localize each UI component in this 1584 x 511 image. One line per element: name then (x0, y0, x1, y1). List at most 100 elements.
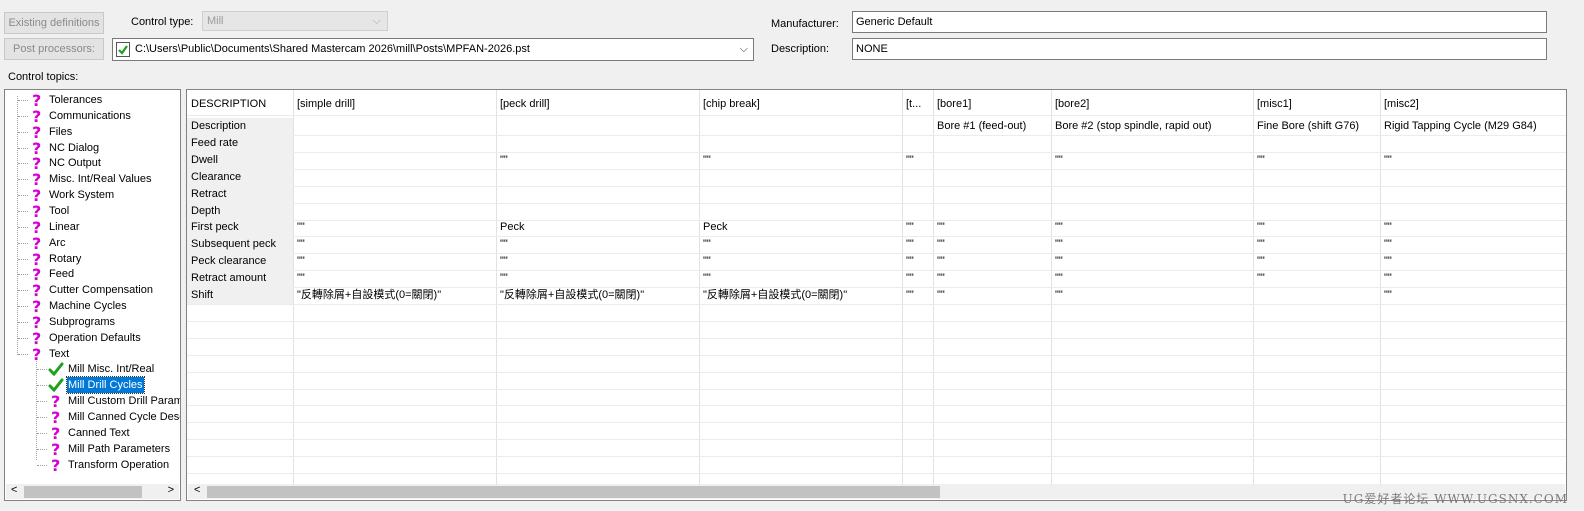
grid-cell[interactable] (496, 135, 699, 152)
grid-cell[interactable] (496, 118, 699, 135)
grid-cell[interactable] (933, 186, 1051, 203)
grid-cell[interactable]: "" (699, 152, 902, 169)
grid-cell[interactable]: "" (1253, 270, 1380, 287)
grid-cell[interactable] (933, 152, 1051, 169)
grid-cell[interactable]: "反轉除屑+自設模式(0=關閉)" (699, 287, 902, 304)
post-processor-select[interactable]: C:\Users\Public\Documents\Shared Masterc… (112, 38, 754, 61)
grid-cell[interactable]: "" (1051, 152, 1253, 169)
grid-cell[interactable]: "" (902, 253, 933, 270)
grid-cell[interactable]: "" (699, 253, 902, 270)
grid-cell[interactable]: "" (902, 270, 933, 287)
grid-cell[interactable] (293, 186, 496, 203)
description-field[interactable]: NONE (852, 38, 1547, 60)
grid-cell[interactable]: Rigid Tapping Cycle (M29 G84) (1380, 118, 1566, 135)
grid-cell[interactable] (902, 186, 933, 203)
grid-cell[interactable] (699, 135, 902, 152)
post-processors-button[interactable]: Post processors: (4, 38, 104, 60)
grid-cell[interactable]: Peck (699, 219, 902, 236)
grid-cell[interactable]: "" (496, 236, 699, 253)
grid-cell[interactable]: "" (933, 236, 1051, 253)
grid-cell[interactable]: "" (902, 152, 933, 169)
grid-cell[interactable]: "" (293, 253, 496, 270)
grid-cell[interactable] (1380, 135, 1566, 152)
grid-cell[interactable]: "" (933, 270, 1051, 287)
grid-cell[interactable] (496, 169, 699, 186)
grid-cell[interactable] (1051, 186, 1253, 203)
grid-cell[interactable]: "" (1380, 152, 1566, 169)
grid-cell[interactable] (1253, 186, 1380, 203)
grid-cell[interactable]: "" (1380, 236, 1566, 253)
grid-cell[interactable]: "" (1380, 219, 1566, 236)
grid-cell[interactable]: "" (699, 270, 902, 287)
grid-cell[interactable] (933, 203, 1051, 220)
existing-definitions-button[interactable]: Existing definitions (4, 12, 104, 34)
grid-cell[interactable]: "" (902, 219, 933, 236)
grid-cell[interactable]: "" (1253, 236, 1380, 253)
grid-cell[interactable] (1380, 186, 1566, 203)
grid-cell[interactable] (293, 118, 496, 135)
control-type-select[interactable]: Mill ⌵ (202, 11, 388, 31)
grid-cell[interactable]: "反轉除屑+自設模式(0=關閉)" (496, 287, 699, 304)
grid-cell[interactable] (496, 186, 699, 203)
grid-cell[interactable]: "" (1380, 287, 1566, 304)
grid-cell[interactable]: Bore #1 (feed-out) (933, 118, 1051, 135)
grid-cell[interactable] (1051, 135, 1253, 152)
grid-cell[interactable] (293, 169, 496, 186)
grid-cell[interactable]: "" (496, 270, 699, 287)
grid-cell[interactable]: "" (1253, 152, 1380, 169)
scroll-right-icon[interactable]: > (168, 484, 174, 496)
grid-cell[interactable] (293, 152, 496, 169)
grid-cell[interactable]: "" (1253, 219, 1380, 236)
grid-cell[interactable]: Bore #2 (stop spindle, rapid out) (1051, 118, 1253, 135)
grid-cell[interactable] (293, 203, 496, 220)
grid-cell[interactable]: "" (1051, 219, 1253, 236)
tree-horizontal-scrollbar[interactable]: < > (6, 484, 179, 499)
grid-cell[interactable] (699, 118, 902, 135)
scroll-left-icon[interactable]: < (11, 484, 17, 496)
grid-cell[interactable]: Fine Bore (shift G76) (1253, 118, 1380, 135)
grid-cell[interactable]: "" (496, 253, 699, 270)
grid-cell[interactable]: "" (1380, 253, 1566, 270)
drill-cycles-grid[interactable]: < DESCRIPTION [simple drill] [peck drill] [… (186, 89, 1567, 501)
grid-cell[interactable] (1253, 169, 1380, 186)
grid-cell[interactable]: "" (293, 270, 496, 287)
control-topics-tree[interactable]: < > ? Tolerances? Communications? Files? NC … (4, 89, 181, 501)
grid-cell[interactable] (699, 169, 902, 186)
grid-cell[interactable]: "反轉除屑+自設模式(0=關閉)" (293, 287, 496, 304)
grid-cell[interactable] (902, 169, 933, 186)
grid-cell[interactable]: Peck (496, 219, 699, 236)
grid-cell[interactable]: "" (933, 253, 1051, 270)
grid-cell[interactable] (1051, 169, 1253, 186)
grid-cell[interactable]: "" (933, 219, 1051, 236)
grid-cell[interactable]: "" (496, 152, 699, 169)
grid-cell[interactable]: "" (1253, 253, 1380, 270)
grid-cell[interactable] (1253, 203, 1380, 220)
scroll-left-icon[interactable]: < (194, 484, 200, 496)
grid-cell[interactable] (902, 203, 933, 220)
grid-cell[interactable] (293, 135, 496, 152)
grid-cell[interactable] (699, 186, 902, 203)
grid-cell[interactable]: "" (1380, 270, 1566, 287)
manufacturer-field[interactable]: Generic Default (852, 11, 1547, 33)
scrollbar-thumb[interactable] (207, 486, 940, 498)
grid-cell[interactable]: "" (1051, 236, 1253, 253)
grid-cell[interactable] (496, 203, 699, 220)
grid-cell[interactable]: "" (933, 287, 1051, 304)
grid-cell[interactable] (933, 169, 1051, 186)
grid-cell[interactable]: "" (1051, 270, 1253, 287)
scrollbar-thumb[interactable] (24, 486, 142, 498)
grid-cell[interactable] (699, 203, 902, 220)
grid-cell[interactable]: "" (293, 236, 496, 253)
grid-cell[interactable] (1253, 135, 1380, 152)
grid-cell[interactable] (1051, 203, 1253, 220)
grid-cell[interactable]: "" (1051, 253, 1253, 270)
grid-cell[interactable]: "" (699, 236, 902, 253)
grid-cell[interactable]: "" (902, 287, 933, 304)
grid-cell[interactable] (902, 118, 933, 135)
grid-cell[interactable] (902, 135, 933, 152)
grid-cell[interactable] (1253, 287, 1380, 304)
grid-cell[interactable]: "" (1051, 287, 1253, 304)
grid-cell[interactable]: "" (902, 236, 933, 253)
grid-cell[interactable] (1380, 169, 1566, 186)
grid-cell[interactable]: "" (293, 219, 496, 236)
